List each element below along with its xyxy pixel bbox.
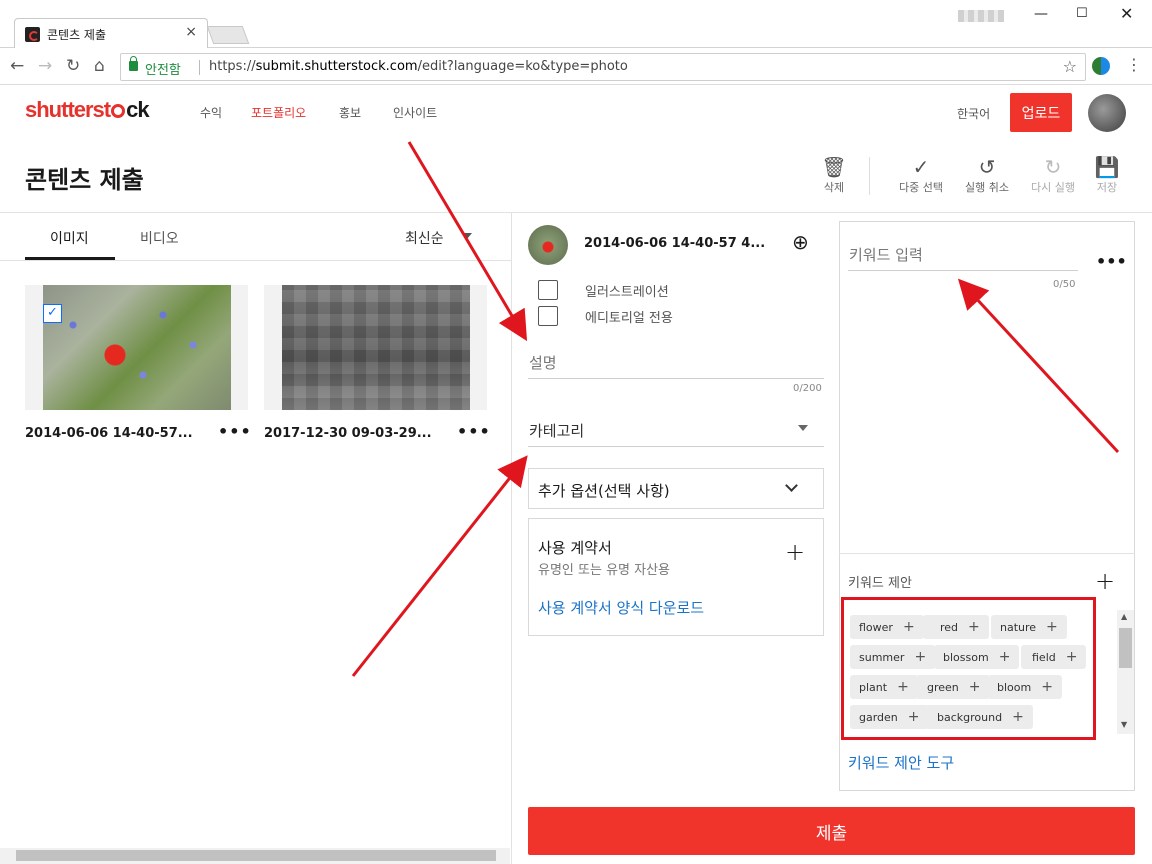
bookmark-star-icon[interactable]: ☆: [1063, 57, 1077, 76]
language-selector[interactable]: 한국어: [957, 105, 990, 122]
minimize-icon[interactable]: —: [1034, 6, 1048, 22]
browser-tab-title: 콘텐츠 제출: [47, 28, 107, 42]
tabs-divider: [0, 260, 511, 261]
nav-promote[interactable]: 홍보: [339, 104, 361, 121]
thumbnail-pixelated[interactable]: [282, 285, 470, 410]
browser-profile-blurred[interactable]: [958, 10, 1004, 22]
category-select[interactable]: 카테고리: [529, 420, 584, 441]
close-tab-icon[interactable]: ×: [185, 24, 197, 40]
redo-button[interactable]: ↻ 다시 실행: [1025, 155, 1081, 195]
redo-icon: ↻: [1044, 155, 1062, 179]
browser-toolbar: ← → ↻ ⌂ 안전함 https://submit.shutterstock.…: [0, 49, 1152, 85]
scroll-down-icon[interactable]: ▼: [1121, 720, 1127, 729]
trash-icon: 🗑: [821, 155, 847, 179]
suggestions-scrollbar-thumb[interactable]: [1119, 628, 1132, 668]
release-title: 사용 계약서: [538, 539, 612, 557]
nav-portfolio[interactable]: 포트폴리오: [251, 104, 306, 121]
secure-label: 안전함: [145, 63, 181, 78]
address-separator: [199, 60, 200, 75]
annotation-arrow-category: [351, 455, 528, 677]
avatar[interactable]: [1088, 94, 1126, 132]
shutterstock-logo[interactable]: shutterst ck: [25, 97, 150, 123]
back-icon[interactable]: ←: [10, 56, 24, 76]
release-download-link[interactable]: 사용 계약서 양식 다운로드: [538, 597, 704, 618]
editorial-label: 에디토리얼 전용: [585, 311, 673, 326]
save-button[interactable]: 💾 저장: [1092, 155, 1122, 195]
upload-button[interactable]: 업로드: [1010, 93, 1072, 132]
undo-button[interactable]: ↺ 실행 취소: [959, 155, 1015, 195]
sort-dropdown[interactable]: 최신순: [405, 228, 444, 248]
lock-icon: [129, 56, 138, 71]
forward-icon[interactable]: →: [38, 56, 52, 76]
nav-earnings[interactable]: 수익: [200, 104, 222, 121]
keyword-input[interactable]: 키워드 입력: [849, 244, 923, 265]
browser-tab[interactable]: 콘텐츠 제출 ×: [14, 18, 208, 48]
add-all-suggestions-icon[interactable]: +: [1095, 567, 1115, 595]
maximize-icon[interactable]: ☐: [1076, 6, 1088, 21]
nav-insights[interactable]: 인사이트: [393, 104, 437, 121]
keyword-counter: 0/50: [1053, 279, 1076, 290]
suggestions-title: 키워드 제안: [848, 576, 912, 591]
illustration-label: 일러스트레이션: [585, 285, 669, 300]
media-filename-2: 2017-12-30 09-03-29...: [264, 426, 432, 441]
horizontal-scrollbar-thumb[interactable]: [16, 850, 496, 861]
description-counter: 0/200: [793, 383, 822, 394]
scroll-up-icon[interactable]: ▲: [1121, 612, 1127, 621]
submit-button[interactable]: 제출: [528, 807, 1135, 855]
more-options-icon[interactable]: •••: [218, 422, 252, 441]
suggestions-divider: [839, 553, 1135, 554]
category-caret-icon: [798, 425, 808, 431]
add-release-icon[interactable]: +: [785, 538, 805, 566]
close-window-icon[interactable]: ✕: [1120, 4, 1133, 23]
keyword-more-icon[interactable]: •••: [1096, 252, 1127, 271]
keyword-tool-link[interactable]: 키워드 제안 도구: [848, 752, 954, 773]
category-underline: [528, 446, 824, 447]
panel-divider: [511, 212, 512, 864]
description-underline: [528, 378, 824, 379]
reload-icon[interactable]: ↻: [66, 56, 80, 76]
extra-options-label: 추가 옵션(선택 사항): [538, 482, 670, 500]
annotation-highlight-box: [841, 597, 1096, 740]
more-options-icon[interactable]: •••: [457, 422, 491, 441]
header-divider: [0, 212, 1152, 213]
undo-icon: ↺: [978, 155, 996, 179]
illustration-checkbox[interactable]: [538, 280, 558, 300]
multi-select-button[interactable]: ✓ 다중 선택: [893, 155, 949, 195]
sort-caret-icon: [462, 233, 472, 239]
delete-button[interactable]: 🗑 삭제: [817, 155, 851, 195]
keyword-underline: [848, 270, 1078, 271]
selected-checkbox[interactable]: ✓: [43, 304, 62, 323]
description-input[interactable]: 설명: [529, 352, 557, 373]
editorial-checkbox[interactable]: [538, 306, 558, 326]
page-title: 콘텐츠 제출: [25, 166, 144, 194]
tab-videos[interactable]: 비디오: [140, 228, 179, 248]
selected-filename: 2014-06-06 14-40-57 4...: [584, 236, 766, 251]
extension-icon[interactable]: [1092, 57, 1110, 75]
release-subtitle: 유명인 또는 유명 자산용: [538, 563, 670, 578]
floppy-icon: 💾: [1094, 155, 1120, 179]
zoom-in-icon[interactable]: ⊕: [792, 230, 809, 254]
browser-menu-icon[interactable]: ⋮: [1126, 55, 1142, 74]
tab-images[interactable]: 이미지: [50, 228, 89, 248]
new-tab-button[interactable]: [206, 26, 250, 44]
address-bar[interactable]: 안전함 https://submit.shutterstock.com/edit…: [120, 53, 1086, 81]
url-text[interactable]: https://submit.shutterstock.com/edit?lan…: [209, 59, 628, 74]
browser-titlebar: 콘텐츠 제출 × — ☐ ✕: [0, 0, 1152, 48]
thumbnail-poppy[interactable]: [43, 285, 231, 410]
home-icon[interactable]: ⌂: [94, 56, 105, 76]
media-filename-1: 2014-06-06 14-40-57...: [25, 426, 193, 441]
selected-thumbnail: [528, 225, 568, 265]
logo-o-icon: [111, 104, 126, 118]
favicon-icon: [25, 27, 40, 42]
checkmark-icon: ✓: [912, 155, 930, 179]
toolbar-divider: [869, 157, 870, 195]
